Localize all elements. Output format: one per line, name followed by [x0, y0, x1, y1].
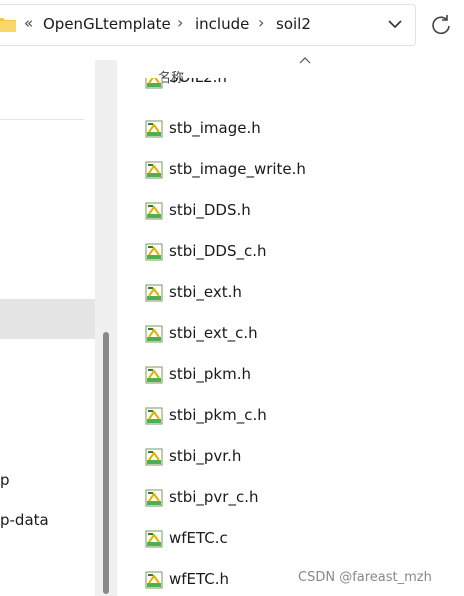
list-item[interactable]: stbi_pvr_c.h — [117, 477, 464, 518]
nav-divider — [0, 119, 84, 120]
address-bar: « OpenGLtemplate › include › soil2 — [0, 0, 464, 50]
header-file-icon — [145, 120, 163, 138]
list-item[interactable]: stbi_pkm_c.h — [117, 395, 464, 436]
file-name: stbi_pvr.h — [169, 447, 242, 465]
file-name: stbi_DDS.h — [169, 201, 251, 219]
header-file-icon — [145, 202, 163, 220]
header-file-icon — [145, 243, 163, 261]
breadcrumb-opengltemplate[interactable]: OpenGLtemplate — [43, 15, 171, 33]
file-name: SOIL2.h — [169, 78, 227, 86]
list-item[interactable]: stbi_ext.h — [117, 272, 464, 313]
refresh-icon[interactable] — [430, 14, 452, 36]
list-item[interactable]: stbi_DDS_c.h — [117, 231, 464, 272]
file-name: wfETC.h — [169, 570, 230, 588]
file-list: 名称 SOIL2.h stb_image.hstb_image_write.hs… — [117, 50, 464, 596]
breadcrumb-include[interactable]: include — [195, 15, 249, 33]
list-item[interactable]: stbi_DDS.h — [117, 190, 464, 231]
file-name: stbi_pvr_c.h — [169, 488, 259, 506]
file-name: stbi_pkm.h — [169, 365, 251, 383]
header-file-icon — [145, 284, 163, 302]
file-name: stbi_pkm_c.h — [169, 406, 267, 424]
nav-item-p-data[interactable]: p-data — [0, 511, 49, 529]
header-file-icon — [145, 325, 163, 343]
watermark: CSDN @fareast_mzh — [298, 570, 432, 585]
file-name: stbi_DDS_c.h — [169, 242, 267, 260]
header-file-icon — [145, 161, 163, 179]
chevron-down-icon[interactable] — [386, 17, 404, 31]
nav-item-p[interactable]: p — [0, 471, 10, 489]
list-item[interactable]: SOIL2.h — [145, 78, 265, 96]
header-file-icon — [145, 448, 163, 466]
breadcrumb-separator[interactable]: › — [177, 13, 183, 32]
header-file-icon — [145, 78, 163, 89]
header-file-icon — [145, 407, 163, 425]
header-file-icon — [145, 489, 163, 507]
folder-icon — [0, 18, 16, 32]
nav-scrollbar-thumb[interactable] — [103, 332, 109, 594]
file-name: wfETC.c — [169, 529, 228, 547]
file-name: stb_image_write.h — [169, 160, 306, 178]
sort-up-icon[interactable] — [299, 56, 311, 64]
file-name: stbi_ext.h — [169, 283, 242, 301]
file-name: stb_image.h — [169, 119, 261, 137]
nav-selected-item[interactable] — [0, 299, 95, 339]
file-explorer-window: « OpenGLtemplate › include › soil2 p p-d… — [0, 0, 464, 596]
header-file-icon — [145, 366, 163, 384]
header-file-icon — [145, 571, 163, 589]
list-item[interactable]: stbi_ext_c.h — [117, 313, 464, 354]
navigation-pane: p p-data — [0, 50, 117, 596]
list-item[interactable]: stb_image_write.h — [117, 149, 464, 190]
breadcrumb-overflow-button[interactable]: « — [24, 14, 33, 32]
list-item[interactable]: stbi_pvr.h — [117, 436, 464, 477]
file-name: stbi_ext_c.h — [169, 324, 258, 342]
list-item[interactable]: stbi_pkm.h — [117, 354, 464, 395]
breadcrumb-separator[interactable]: › — [258, 13, 264, 32]
header-file-icon — [145, 530, 163, 548]
list-item[interactable]: stb_image.h — [117, 108, 464, 149]
list-item[interactable]: wfETC.c — [117, 518, 464, 559]
breadcrumb-soil2[interactable]: soil2 — [276, 15, 311, 33]
